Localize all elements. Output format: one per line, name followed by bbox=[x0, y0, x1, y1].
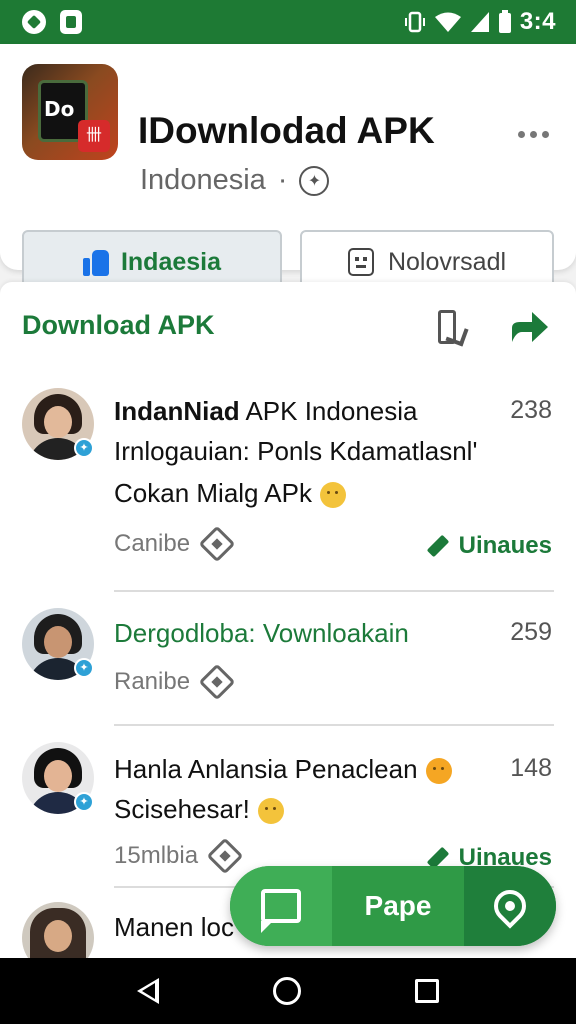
pin-icon[interactable] bbox=[198, 525, 236, 563]
notification-icon bbox=[22, 10, 46, 34]
post-title-rest: APK Indonesia bbox=[239, 396, 418, 426]
post-title: IndanNiad APK Indonesia bbox=[114, 396, 417, 427]
location-icon bbox=[487, 883, 533, 929]
signal-icon bbox=[470, 12, 489, 32]
battery-icon bbox=[498, 10, 511, 33]
divider bbox=[114, 590, 554, 592]
share-icon[interactable] bbox=[510, 310, 550, 344]
home-icon[interactable] bbox=[273, 977, 301, 1005]
pencil-icon bbox=[426, 534, 449, 558]
thumbs-up-icon bbox=[82, 248, 109, 276]
page-subtitle: Indonesia · ✦ bbox=[140, 164, 330, 197]
post-count: 238 bbox=[510, 396, 552, 424]
post-title: Hanla Anlansia Penaclean bbox=[114, 754, 452, 785]
post-meta: Ranibe bbox=[114, 663, 236, 701]
post-item[interactable]: ✦ Dergodloba: Vownloakain 259 Ranibe bbox=[0, 602, 576, 726]
post-meta: Canibe bbox=[114, 525, 236, 563]
message-button[interactable] bbox=[230, 866, 332, 946]
secondary-button-label: Nolovrsadl bbox=[387, 247, 507, 276]
app-header-card: Do 卌 IDownlodad APK Indonesia · ✦ Indaes… bbox=[0, 44, 576, 294]
emoji-icon bbox=[425, 758, 452, 785]
divider bbox=[114, 724, 554, 726]
post-meta-text: 15mlbia bbox=[114, 842, 199, 869]
post-text-line: Scisehesar! bbox=[114, 794, 284, 825]
verified-icon: ✦ bbox=[74, 658, 94, 678]
feed-title: Download APK bbox=[22, 310, 215, 340]
clock: 3:4 bbox=[519, 8, 556, 35]
verified-icon: ✦ bbox=[74, 438, 94, 458]
update-link[interactable]: Uinaues bbox=[426, 532, 552, 560]
page-title: IDownlodad APK bbox=[138, 110, 435, 151]
post-title: Manen loc bbox=[114, 912, 234, 942]
page-button-label: Pape bbox=[364, 890, 432, 921]
pin-icon[interactable] bbox=[206, 837, 244, 875]
chat-icon bbox=[261, 889, 301, 933]
emoji-icon bbox=[319, 482, 346, 509]
app-notification-icon bbox=[60, 10, 82, 34]
system-nav-bar bbox=[0, 958, 576, 1024]
post-text-line: Cokan Mialg APk bbox=[114, 478, 346, 509]
wifi-icon bbox=[434, 12, 461, 32]
app-icon-badge: 卌 bbox=[78, 120, 110, 152]
post-title: Dergodloba: Vownloakain bbox=[114, 618, 409, 648]
emoji-icon bbox=[257, 798, 284, 825]
post-text-line: Irnlogauian: Ponls Kdamatlasnl' bbox=[114, 436, 478, 466]
like-button-label: Indaesia bbox=[120, 247, 222, 276]
floating-action-bar: Pape bbox=[230, 866, 556, 946]
pin-icon[interactable] bbox=[198, 663, 236, 701]
post-count: 148 bbox=[510, 754, 552, 782]
app-icon-text: Do bbox=[44, 97, 75, 121]
verified-icon: ✦ bbox=[74, 792, 94, 812]
more-options-button[interactable] bbox=[518, 124, 554, 144]
post-meta-text: Canibe bbox=[114, 530, 191, 557]
status-bar: 3:4 bbox=[0, 0, 576, 44]
back-icon[interactable] bbox=[137, 978, 159, 1004]
subtitle-text: Indonesia bbox=[140, 164, 266, 196]
post-author: IndanNiad bbox=[114, 396, 240, 426]
avatar[interactable] bbox=[22, 902, 94, 958]
avatar[interactable]: ✦ bbox=[22, 608, 94, 680]
post-meta: 15mlbia bbox=[114, 837, 244, 875]
status-notifications bbox=[22, 10, 82, 34]
location-button[interactable] bbox=[464, 866, 556, 946]
subtitle-separator: · bbox=[277, 164, 288, 196]
phone-action-icon[interactable] bbox=[434, 308, 464, 344]
app-icon[interactable]: Do 卌 bbox=[22, 64, 118, 160]
face-icon bbox=[347, 248, 374, 276]
post-count: 259 bbox=[510, 618, 552, 646]
feed-panel: Download APK ✦ IndanNiad APK Indonesia 2… bbox=[0, 282, 576, 958]
avatar[interactable]: ✦ bbox=[22, 742, 94, 814]
vibrate-icon bbox=[404, 11, 425, 33]
update-label: Uinaues bbox=[458, 532, 552, 559]
avatar[interactable]: ✦ bbox=[22, 388, 94, 460]
post-item[interactable]: ✦ IndanNiad APK Indonesia 238 Irnlogauia… bbox=[0, 378, 576, 592]
recents-icon[interactable] bbox=[415, 979, 439, 1003]
page-button[interactable]: Pape bbox=[332, 866, 464, 946]
status-indicators: 3:4 bbox=[404, 8, 556, 36]
post-meta-text: Ranibe bbox=[114, 668, 191, 695]
compass-icon[interactable]: ✦ bbox=[299, 165, 330, 196]
